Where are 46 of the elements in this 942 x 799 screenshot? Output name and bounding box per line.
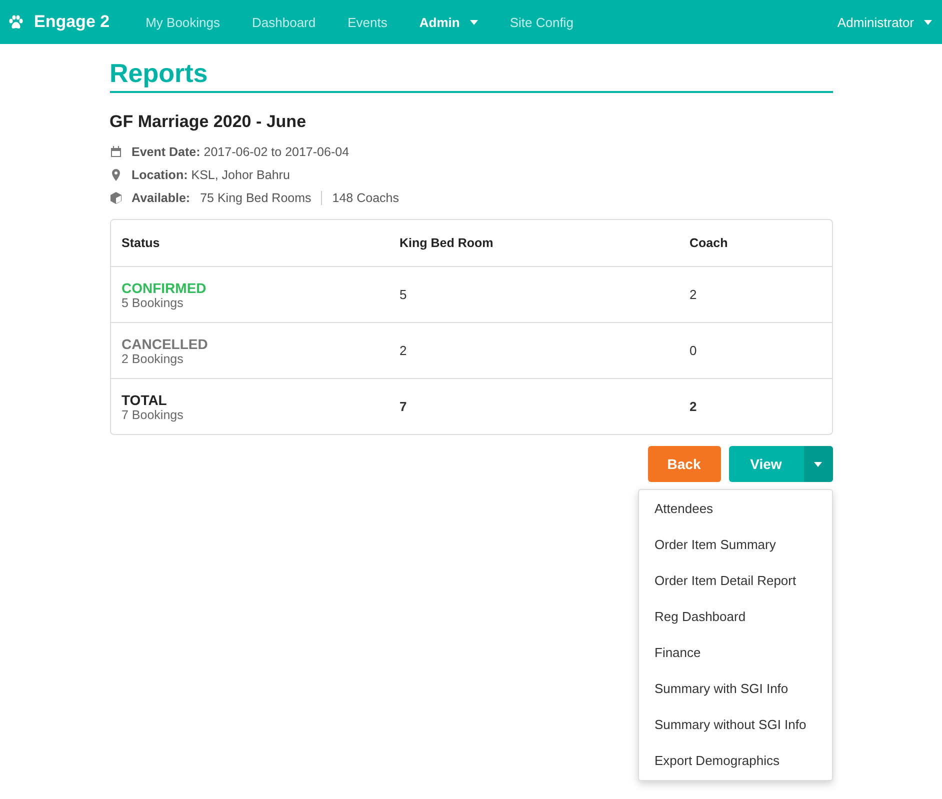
- nav-link[interactable]: My Bookings: [130, 14, 236, 30]
- menu-item[interactable]: Finance: [638, 635, 832, 671]
- page-title: Reports: [110, 58, 832, 93]
- column-header: Status: [122, 236, 161, 250]
- table-cell-text: 2: [690, 399, 698, 414]
- status-label: CONFIRMED: [122, 280, 208, 296]
- table-cell-text: 7: [400, 399, 408, 414]
- available-count: 148 Coachs: [332, 190, 399, 204]
- paw-icon: [8, 14, 24, 30]
- bookings-count: 5 Bookings: [122, 296, 184, 310]
- column-header: Coach: [690, 236, 729, 250]
- bookings-count: 7 Bookings: [122, 408, 184, 422]
- cube-icon: [110, 192, 122, 204]
- calendar-icon: [110, 146, 122, 158]
- status-label: TOTAL: [122, 392, 168, 408]
- status-label: CANCELLED: [122, 336, 209, 352]
- event-date: Event Date: 2017-06-02 to 2017-06-04: [132, 144, 350, 158]
- table-cell-text: 2: [690, 287, 698, 302]
- map-pin-icon: [110, 168, 122, 180]
- view-button[interactable]: View: [728, 446, 804, 482]
- column-header: King Bed Room: [400, 236, 494, 250]
- menu-item[interactable]: Summary with SGI Info: [638, 671, 832, 707]
- available-count: 75 King Bed Rooms: [200, 190, 312, 204]
- bookings-count: 2 Bookings: [122, 352, 184, 366]
- event-location: Location: KSL, Johor Bahru: [132, 168, 290, 182]
- nav-link[interactable]: Admin: [403, 14, 494, 30]
- menu-item[interactable]: Reg Dashboard: [638, 599, 832, 635]
- nav-link[interactable]: Site Config: [494, 14, 590, 30]
- caret-icon: [814, 462, 822, 466]
- nav-link[interactable]: Events: [332, 14, 404, 30]
- table-cell-text: 2: [400, 343, 408, 358]
- menu-item[interactable]: Order Item Detail Report: [638, 563, 832, 599]
- menu-item[interactable]: Export Demographics: [638, 743, 832, 779]
- dropdown-toggle[interactable]: [804, 446, 832, 482]
- menu-item[interactable]: Order Item Summary: [638, 527, 832, 563]
- brand-name[interactable]: Engage 2: [34, 12, 110, 32]
- caret-icon: [924, 20, 932, 24]
- menu-item[interactable]: Summary without SGI Info: [638, 707, 832, 743]
- user-menu[interactable]: Administrator: [837, 14, 932, 30]
- table-cell-text: 0: [690, 343, 698, 358]
- menu-item[interactable]: Attendees: [638, 491, 832, 527]
- back-button[interactable]: Back: [648, 446, 720, 482]
- available-label: Available:: [132, 190, 190, 204]
- event-name: GF Marriage 2020 - June: [110, 112, 308, 132]
- table-cell-text: 5: [400, 287, 408, 302]
- nav-link[interactable]: Dashboard: [236, 14, 332, 30]
